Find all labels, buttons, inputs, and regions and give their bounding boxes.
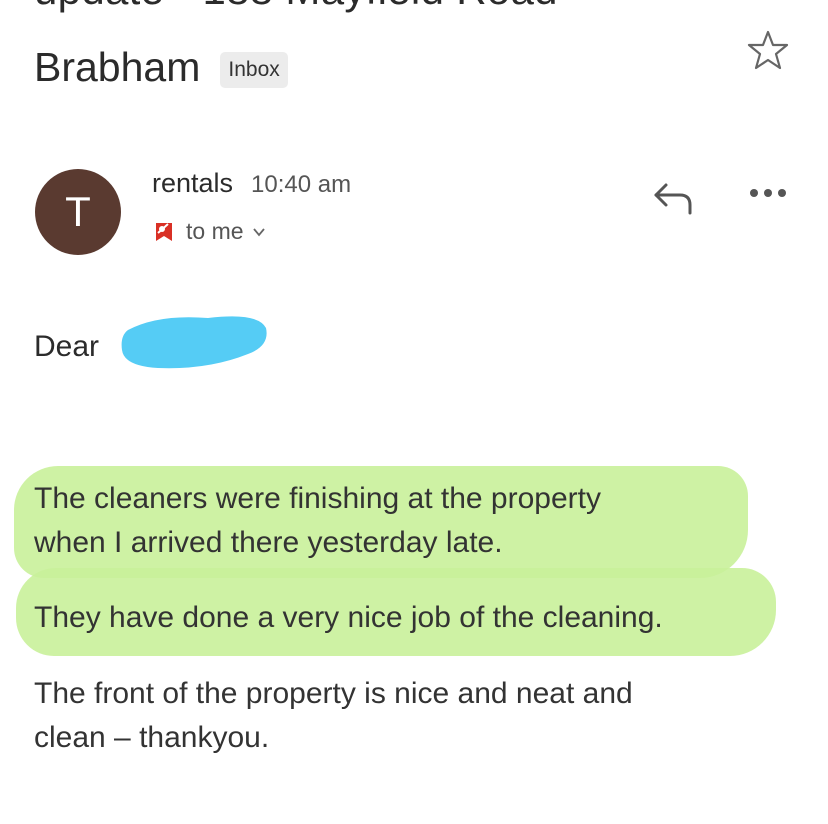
recipients-label: to me (186, 218, 244, 244)
sender-row: rentals 10:40 am (152, 168, 351, 199)
important-tag-icon (156, 222, 172, 241)
subject-line-1: update - 188 Mayfield Road (34, 0, 558, 14)
body-paragraph-3-line-2: clean – thankyou. (34, 721, 270, 754)
inbox-label-chip[interactable]: Inbox (220, 51, 288, 88)
body-paragraph-3: The front of the property is nice and ne… (34, 672, 633, 760)
chevron-down-icon (252, 227, 265, 236)
more-options-icon[interactable] (746, 184, 790, 202)
greeting: Dear (34, 330, 100, 363)
reply-icon[interactable] (650, 177, 698, 217)
subject-line-2: Brabham (34, 44, 201, 90)
message-time: 10:40 am (251, 171, 352, 198)
body-paragraph-1-line-1: The cleaners were finishing at the prope… (34, 482, 601, 515)
subject-line-2-row: Brabham Inbox (34, 44, 288, 91)
sender-name[interactable]: rentals (152, 168, 233, 199)
body-paragraph-1: The cleaners were finishing at the prope… (34, 477, 601, 565)
sender-avatar[interactable]: T (35, 169, 121, 255)
star-icon[interactable] (746, 28, 790, 72)
body-paragraph-2: They have done a very nice job of the cl… (34, 601, 663, 634)
body-paragraph-1-line-2: when I arrived there yesterday late. (34, 526, 503, 559)
body-paragraph-3-line-1: The front of the property is nice and ne… (34, 677, 633, 710)
redaction-mark (121, 316, 267, 369)
recipients-toggle[interactable]: to me (152, 218, 266, 245)
